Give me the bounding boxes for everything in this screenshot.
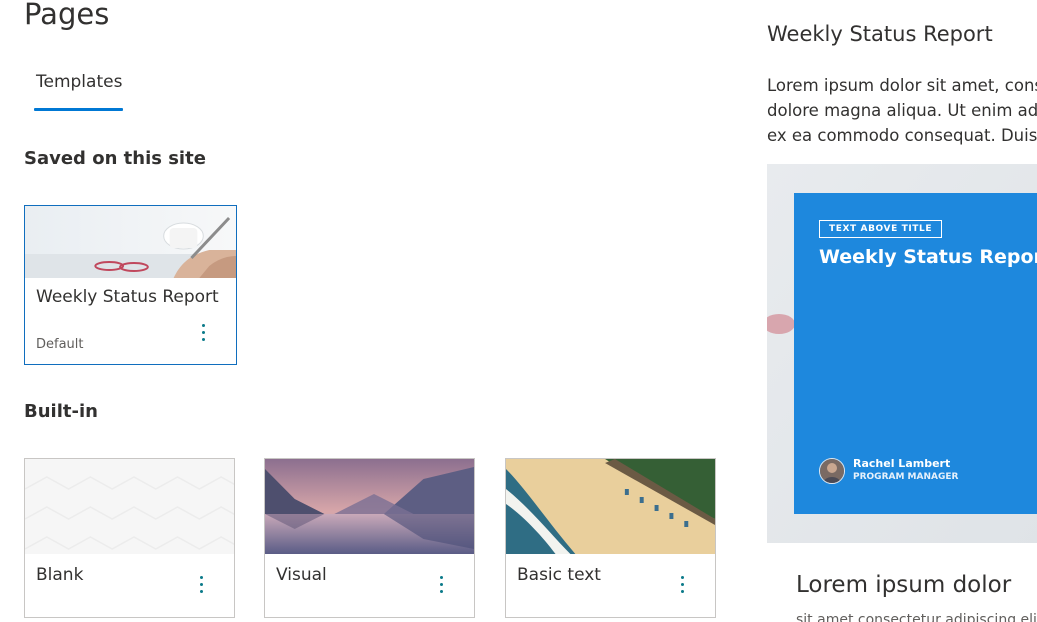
template-card-weekly-status-report[interactable]: Weekly Status Report Default xyxy=(24,205,237,365)
tab-label: Templates xyxy=(36,72,123,92)
section-heading-saved: Saved on this site xyxy=(24,148,206,169)
template-card-blank[interactable]: Blank xyxy=(24,458,235,618)
hero-tag: TEXT ABOVE TITLE xyxy=(819,220,943,238)
template-name: Visual xyxy=(276,565,327,585)
more-vertical-icon[interactable] xyxy=(190,319,216,345)
template-name: Weekly Status Report xyxy=(36,287,219,307)
template-card-visual[interactable]: Visual xyxy=(264,458,475,618)
more-vertical-icon[interactable] xyxy=(188,571,214,597)
tab-templates[interactable]: Templates xyxy=(24,66,134,112)
hero-banner: TEXT ABOVE TITLE Weekly Status Report Ra… xyxy=(794,193,1037,514)
page-title: Pages xyxy=(24,0,110,31)
hero-author-role: PROGRAM MANAGER xyxy=(853,472,959,482)
more-vertical-icon[interactable] xyxy=(669,571,695,597)
template-subtitle: Default xyxy=(36,337,84,352)
preview-hero-image: TEXT ABOVE TITLE Weekly Status Report Ra… xyxy=(767,164,1037,543)
more-vertical-icon[interactable] xyxy=(428,571,454,597)
template-thumbnail xyxy=(265,459,474,554)
tab-active-indicator xyxy=(34,108,123,111)
hero-author-name: Rachel Lambert xyxy=(853,457,951,470)
preview-description: Lorem ipsum dolor sit amet, cons dolore … xyxy=(767,76,1037,145)
template-thumbnail xyxy=(25,206,236,278)
preview-title: Weekly Status Report xyxy=(767,22,993,46)
template-card-basic-text[interactable]: Basic text xyxy=(505,458,716,618)
hero-title: Weekly Status Report xyxy=(819,246,1037,268)
section-heading-builtin: Built-in xyxy=(24,401,98,422)
preview-section-text: sit amet consectetur adipiscing elit xyxy=(796,612,1037,622)
preview-section-heading: Lorem ipsum dolor xyxy=(796,572,1012,598)
template-thumbnail xyxy=(25,459,234,554)
avatar xyxy=(819,458,845,484)
template-name: Basic text xyxy=(517,565,601,585)
template-name: Blank xyxy=(36,565,84,585)
template-thumbnail xyxy=(506,459,715,554)
